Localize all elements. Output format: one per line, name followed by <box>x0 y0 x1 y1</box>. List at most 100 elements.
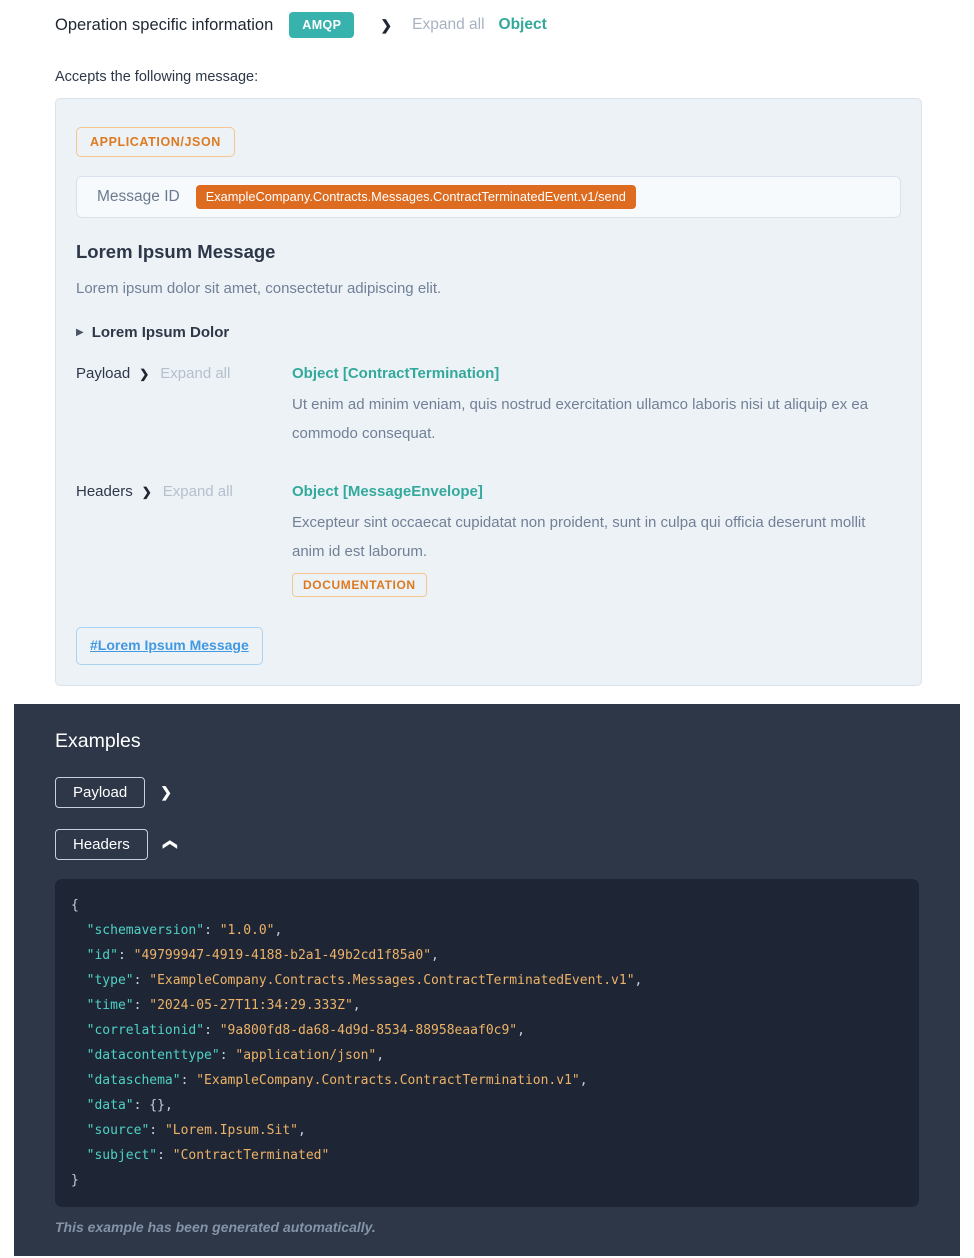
chevron-up-icon[interactable]: ❯ <box>163 836 175 853</box>
code-line: "datacontenttype": "application/json", <box>71 1043 903 1068</box>
json-string-value: "application/json" <box>235 1048 376 1063</box>
json-key: "type" <box>87 973 134 988</box>
json-punctuation <box>71 1098 87 1113</box>
accepts-message-label: Accepts the following message: <box>55 69 974 85</box>
json-punctuation: : <box>149 1123 165 1138</box>
chevron-right-icon[interactable]: ❯ <box>139 367 149 381</box>
headers-example-button[interactable]: Headers <box>55 829 148 860</box>
examples-section: Examples Payload ❯ Headers ❯ { "schemave… <box>14 704 960 1256</box>
documentation-badge[interactable]: DOCUMENTATION <box>292 573 427 597</box>
message-id-box: Message ID ExampleCompany.Contracts.Mess… <box>76 176 901 218</box>
json-string-value: "ExampleCompany.Contracts.Messages.Contr… <box>149 973 634 988</box>
headers-example-code-block: { "schemaversion": "1.0.0", "id": "49799… <box>55 879 919 1207</box>
json-punctuation <box>71 1148 87 1163</box>
code-line: "id": "49799947-4919-4188-b2a1-49b2cd1f8… <box>71 943 903 968</box>
json-punctuation: , <box>635 973 643 988</box>
payload-schema-left: Payload ❯ Expand all <box>76 365 292 382</box>
json-punctuation: : <box>134 998 150 1013</box>
json-key: "id" <box>87 948 118 963</box>
json-punctuation: : <box>204 1023 220 1038</box>
object-type-link[interactable]: Object <box>499 16 547 34</box>
operation-title: Operation specific information <box>55 16 273 35</box>
json-punctuation: : <box>157 1148 173 1163</box>
expander-lorem-ipsum-dolor[interactable]: ▶ Lorem Ipsum Dolor <box>76 324 901 341</box>
headers-label: Headers <box>76 483 133 500</box>
payload-example-row: Payload ❯ <box>55 777 919 808</box>
code-line: "data": {}, <box>71 1093 903 1118</box>
content-type-badge[interactable]: APPLICATION/JSON <box>76 127 235 157</box>
json-string-value: "1.0.0" <box>220 923 275 938</box>
json-punctuation: : <box>220 1048 236 1063</box>
json-punctuation <box>71 998 87 1013</box>
generated-example-footnote: This example has been generated automati… <box>55 1219 919 1235</box>
json-key: "subject" <box>87 1148 157 1163</box>
headers-expand-all-link[interactable]: Expand all <box>163 483 233 500</box>
headers-object-type-link[interactable]: Object [MessageEnvelope] <box>292 483 891 500</box>
message-description: Lorem ipsum dolor sit amet, consectetur … <box>76 280 901 297</box>
chevron-right-icon[interactable]: ❯ <box>142 485 152 499</box>
json-punctuation: , <box>580 1073 588 1088</box>
json-punctuation: : <box>134 1098 150 1113</box>
message-anchor-link: #Lorem Ipsum Message <box>90 637 249 653</box>
json-punctuation <box>71 973 87 988</box>
json-string-value: "ExampleCompany.Contracts.ContractTermin… <box>196 1073 580 1088</box>
json-punctuation <box>71 948 87 963</box>
code-line: "dataschema": "ExampleCompany.Contracts.… <box>71 1068 903 1093</box>
payload-description: Ut enim ad minim veniam, quis nostrud ex… <box>292 390 891 448</box>
json-punctuation: , <box>353 998 361 1013</box>
payload-example-button[interactable]: Payload <box>55 777 145 808</box>
json-punctuation: , <box>275 923 283 938</box>
payload-schema-row: Payload ❯ Expand all Object [ContractTer… <box>76 365 901 448</box>
headers-example-row: Headers ❯ <box>55 829 919 860</box>
payload-expand-all-link[interactable]: Expand all <box>160 365 230 382</box>
code-line: { <box>71 893 903 918</box>
json-key: "dataschema" <box>87 1073 181 1088</box>
json-punctuation: : <box>134 973 150 988</box>
headers-schema-row: Headers ❯ Expand all Object [MessageEnve… <box>76 483 901 597</box>
json-punctuation: { <box>71 898 79 913</box>
code-line: "correlationid": "9a800fd8-da68-4d9d-853… <box>71 1018 903 1043</box>
json-punctuation: } <box>71 1173 79 1188</box>
message-id-value-badge: ExampleCompany.Contracts.Messages.Contra… <box>196 185 636 209</box>
json-key: "correlationid" <box>87 1023 204 1038</box>
protocol-badge-amqp[interactable]: AMQP <box>289 12 354 38</box>
json-punctuation <box>71 1073 87 1088</box>
json-punctuation <box>71 923 87 938</box>
json-string-value: "ContractTerminated" <box>173 1148 330 1163</box>
json-punctuation: , <box>298 1123 306 1138</box>
json-punctuation: , <box>165 1098 173 1113</box>
message-anchor-button[interactable]: #Lorem Ipsum Message <box>76 627 263 665</box>
expander-label: Lorem Ipsum Dolor <box>92 324 230 341</box>
json-key: "time" <box>87 998 134 1013</box>
json-key: "source" <box>87 1123 150 1138</box>
code-line: "time": "2024-05-27T11:34:29.333Z", <box>71 993 903 1018</box>
json-string-value: "2024-05-27T11:34:29.333Z" <box>149 998 353 1013</box>
payload-schema-right: Object [ContractTermination] Ut enim ad … <box>292 365 901 448</box>
json-punctuation: : <box>204 923 220 938</box>
json-punctuation <box>71 1123 87 1138</box>
payload-label: Payload <box>76 365 130 382</box>
json-punctuation: , <box>376 1048 384 1063</box>
headers-description: Excepteur sint occaecat cupidatat non pr… <box>292 508 891 566</box>
json-punctuation: : <box>118 948 134 963</box>
triangle-right-icon: ▶ <box>76 327 84 338</box>
json-punctuation: , <box>431 948 439 963</box>
json-punctuation: : <box>181 1073 197 1088</box>
payload-object-type-link[interactable]: Object [ContractTermination] <box>292 365 891 382</box>
message-title: Lorem Ipsum Message <box>76 241 901 263</box>
json-punctuation <box>71 1023 87 1038</box>
json-key: "datacontenttype" <box>87 1048 220 1063</box>
examples-title: Examples <box>55 730 919 753</box>
json-punctuation: {} <box>149 1098 165 1113</box>
code-line: "source": "Lorem.Ipsum.Sit", <box>71 1118 903 1143</box>
message-id-label: Message ID <box>97 188 180 206</box>
code-line: "type": "ExampleCompany.Contracts.Messag… <box>71 968 903 993</box>
headers-schema-left: Headers ❯ Expand all <box>76 483 292 500</box>
json-key: "data" <box>87 1098 134 1113</box>
json-string-value: "49799947-4919-4188-b2a1-49b2cd1f85a0" <box>134 948 431 963</box>
expand-all-link[interactable]: Expand all <box>412 16 484 34</box>
json-punctuation <box>71 1048 87 1063</box>
chevron-right-icon[interactable]: ❯ <box>160 784 172 801</box>
json-string-value: "9a800fd8-da68-4d9d-8534-88958eaaf0c9" <box>220 1023 517 1038</box>
chevron-right-icon[interactable]: ❯ <box>380 17 392 34</box>
